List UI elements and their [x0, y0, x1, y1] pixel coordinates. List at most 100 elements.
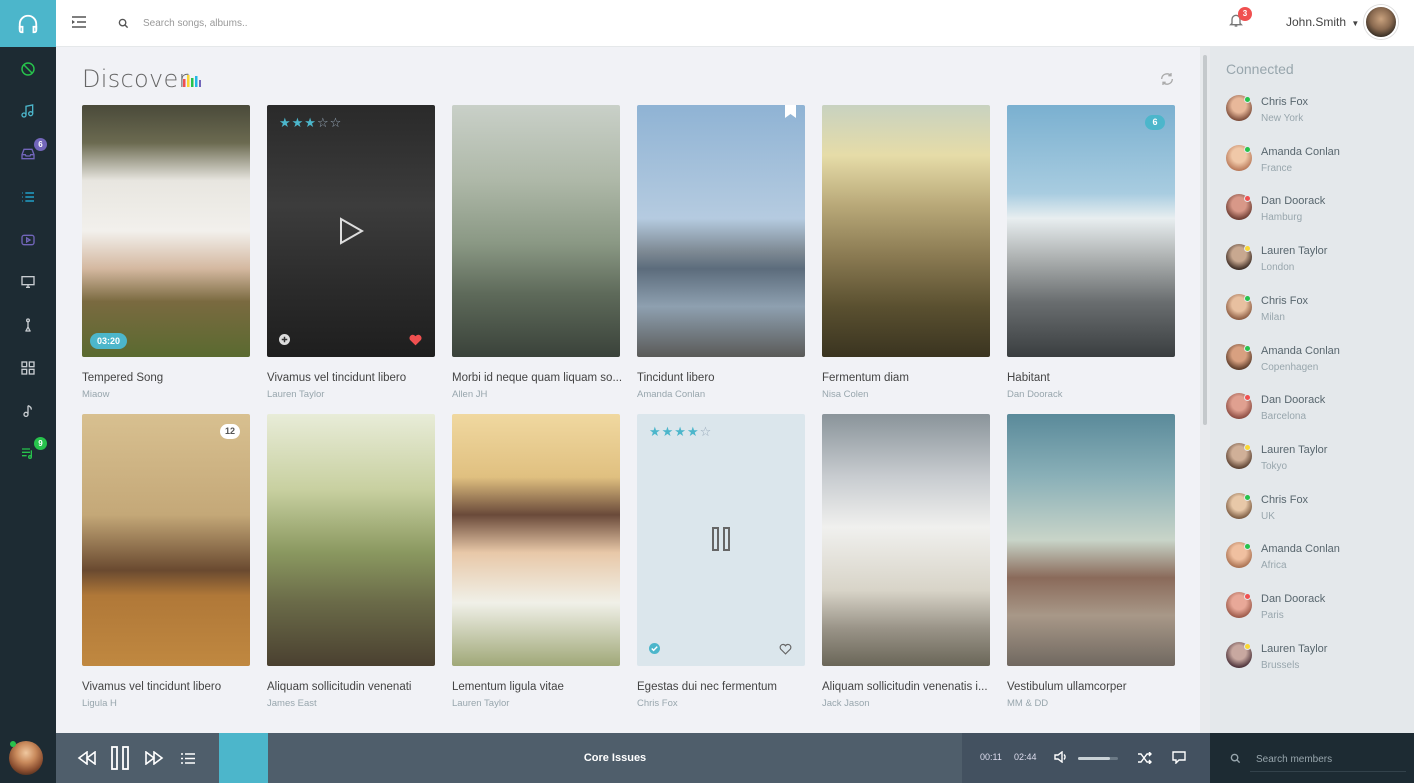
card-title[interactable]: Morbi id neque quam liquam so... — [452, 372, 632, 384]
shuffle-icon[interactable] — [1138, 752, 1152, 764]
member-item[interactable]: Chris Fox Milan — [1226, 293, 1406, 334]
player-accent-tab[interactable] — [219, 733, 268, 783]
card-title[interactable]: Tincidunt libero — [637, 372, 817, 384]
member-name[interactable]: Dan Doorack — [1261, 195, 1325, 207]
sidebar-toggle[interactable] — [72, 15, 86, 33]
pause-button[interactable] — [108, 733, 132, 783]
card-artist[interactable]: Amanda Conlan — [637, 389, 705, 400]
card-artist[interactable]: MM & DD — [1007, 698, 1048, 709]
member-item[interactable]: Lauren Taylor Tokyo — [1226, 442, 1406, 483]
member-item[interactable]: Lauren Taylor London — [1226, 244, 1406, 284]
album-cover[interactable]: ★★★☆☆ — [267, 105, 435, 357]
card-artist[interactable]: Nisa Colen — [822, 389, 868, 400]
volume-slider[interactable] — [1078, 757, 1118, 760]
member-name[interactable]: Dan Doorack — [1261, 593, 1325, 605]
card-artist[interactable]: Lauren Taylor — [267, 389, 324, 400]
member-name[interactable]: Chris Fox — [1261, 494, 1308, 506]
album-card[interactable]: Morbi id neque quam liquam so... Allen J… — [452, 105, 622, 400]
album-cover[interactable] — [822, 105, 990, 357]
pause-icon[interactable] — [712, 527, 730, 551]
album-card[interactable]: Aliquam sollicitudin venenatis i... Jack… — [822, 414, 990, 709]
member-item[interactable]: Lauren Taylor Brussels — [1226, 641, 1406, 682]
card-artist[interactable]: Dan Doorack — [1007, 389, 1062, 400]
play-icon[interactable] — [338, 217, 364, 245]
nav-note[interactable] — [0, 391, 56, 431]
album-cover[interactable] — [822, 414, 990, 666]
album-card[interactable]: 6 Habitant Dan Doorack — [1007, 105, 1175, 400]
album-card[interactable]: Lementum ligula vitae Lauren Taylor — [452, 414, 620, 709]
album-cover[interactable]: 6 — [1007, 105, 1175, 357]
logo[interactable] — [0, 0, 56, 47]
member-item[interactable]: Amanda Conlan Africa — [1226, 542, 1406, 582]
refresh-icon[interactable] — [1159, 71, 1175, 87]
nav-music[interactable] — [0, 91, 56, 131]
member-name[interactable]: Chris Fox — [1261, 295, 1308, 307]
comment-icon[interactable] — [1172, 751, 1186, 764]
album-card[interactable]: Vestibulum ullamcorper MM & DD — [1007, 414, 1175, 709]
album-cover[interactable]: 12 — [82, 414, 250, 666]
nav-mic[interactable] — [0, 305, 56, 345]
nav-grid[interactable] — [0, 348, 56, 388]
album-cover[interactable]: 03:20 — [82, 105, 250, 357]
card-title[interactable]: Lementum ligula vitae — [452, 681, 632, 693]
album-cover[interactable] — [1007, 414, 1175, 666]
nav-list[interactable] — [0, 177, 56, 217]
member-item[interactable]: Dan Doorack Hamburg — [1226, 194, 1406, 234]
nav-playlist[interactable]: 9 — [0, 433, 56, 473]
album-cover[interactable]: ★★★★☆ — [637, 414, 805, 666]
card-artist[interactable]: Allen JH — [452, 389, 487, 400]
volume-icon[interactable] — [1054, 751, 1068, 763]
member-search-input[interactable] — [1256, 751, 1404, 767]
scrollbar-thumb[interactable] — [1203, 55, 1207, 425]
card-artist[interactable]: James East — [267, 698, 317, 709]
member-name[interactable]: Lauren Taylor — [1261, 444, 1327, 456]
add-circle-icon[interactable] — [279, 334, 290, 345]
album-card[interactable]: Fermentum diam Nisa Colen — [822, 105, 990, 400]
card-title[interactable]: Aliquam sollicitudin venenati — [267, 681, 447, 693]
member-name[interactable]: Lauren Taylor — [1261, 643, 1327, 655]
card-title[interactable]: Tempered Song — [82, 372, 262, 384]
card-artist[interactable]: Chris Fox — [637, 698, 678, 709]
card-title[interactable]: Fermentum diam — [822, 372, 1002, 384]
member-name[interactable]: Lauren Taylor — [1261, 245, 1327, 257]
member-item[interactable]: Chris Fox UK — [1226, 492, 1406, 533]
rating-stars[interactable]: ★★★★☆ — [649, 424, 712, 440]
album-card[interactable]: 12 Vivamus vel tincidunt libero Ligula H — [82, 414, 250, 709]
member-item[interactable]: Amanda Conlan Copenhagen — [1226, 343, 1406, 384]
album-card[interactable]: Tincidunt libero Amanda Conlan — [637, 105, 805, 400]
member-item[interactable]: Chris Fox New York — [1226, 95, 1406, 135]
heart-outline-icon[interactable] — [779, 643, 792, 655]
album-card[interactable]: ★★★☆☆ Vivamus vel tincidunt libero Laure… — [267, 105, 435, 400]
card-title[interactable]: Habitant — [1007, 372, 1187, 384]
album-card[interactable]: 03:20 Tempered Song Miaow — [82, 105, 250, 400]
nav-monitor[interactable] — [0, 262, 56, 302]
card-artist[interactable]: Ligula H — [82, 698, 117, 709]
next-button[interactable] — [142, 733, 166, 783]
album-cover[interactable] — [452, 105, 620, 357]
member-name[interactable]: Amanda Conlan — [1261, 345, 1340, 357]
playlist-button[interactable] — [178, 733, 198, 783]
card-title[interactable]: Aliquam sollicitudin venenatis i... — [822, 681, 1002, 693]
user-avatar[interactable] — [1364, 5, 1398, 39]
member-name[interactable]: Amanda Conlan — [1261, 543, 1340, 555]
album-card[interactable]: Aliquam sollicitudin venenati James East — [267, 414, 435, 709]
search-input[interactable] — [143, 14, 363, 32]
member-name[interactable]: Amanda Conlan — [1261, 146, 1340, 158]
album-cover[interactable] — [267, 414, 435, 666]
member-item[interactable]: Dan Doorack Barcelona — [1226, 393, 1406, 433]
album-cover[interactable] — [637, 105, 805, 357]
card-title[interactable]: Vivamus vel tincidunt libero — [267, 372, 447, 384]
card-artist[interactable]: Jack Jason — [822, 698, 870, 709]
nav-discover[interactable] — [0, 49, 56, 89]
card-title[interactable]: Egestas dui nec fermentum — [637, 681, 817, 693]
member-name[interactable]: Chris Fox — [1261, 96, 1308, 108]
member-name[interactable]: Dan Doorack — [1261, 394, 1325, 406]
nav-inbox[interactable]: 6 — [0, 134, 56, 174]
check-circle-icon[interactable] — [649, 643, 660, 654]
member-item[interactable]: Amanda Conlan France — [1226, 144, 1406, 185]
album-cover[interactable] — [452, 414, 620, 666]
user-menu[interactable]: John.Smith ▼ — [1286, 15, 1359, 29]
rating-stars[interactable]: ★★★☆☆ — [279, 115, 342, 131]
nav-video[interactable] — [0, 220, 56, 260]
member-item[interactable]: Dan Doorack Paris — [1226, 592, 1406, 632]
